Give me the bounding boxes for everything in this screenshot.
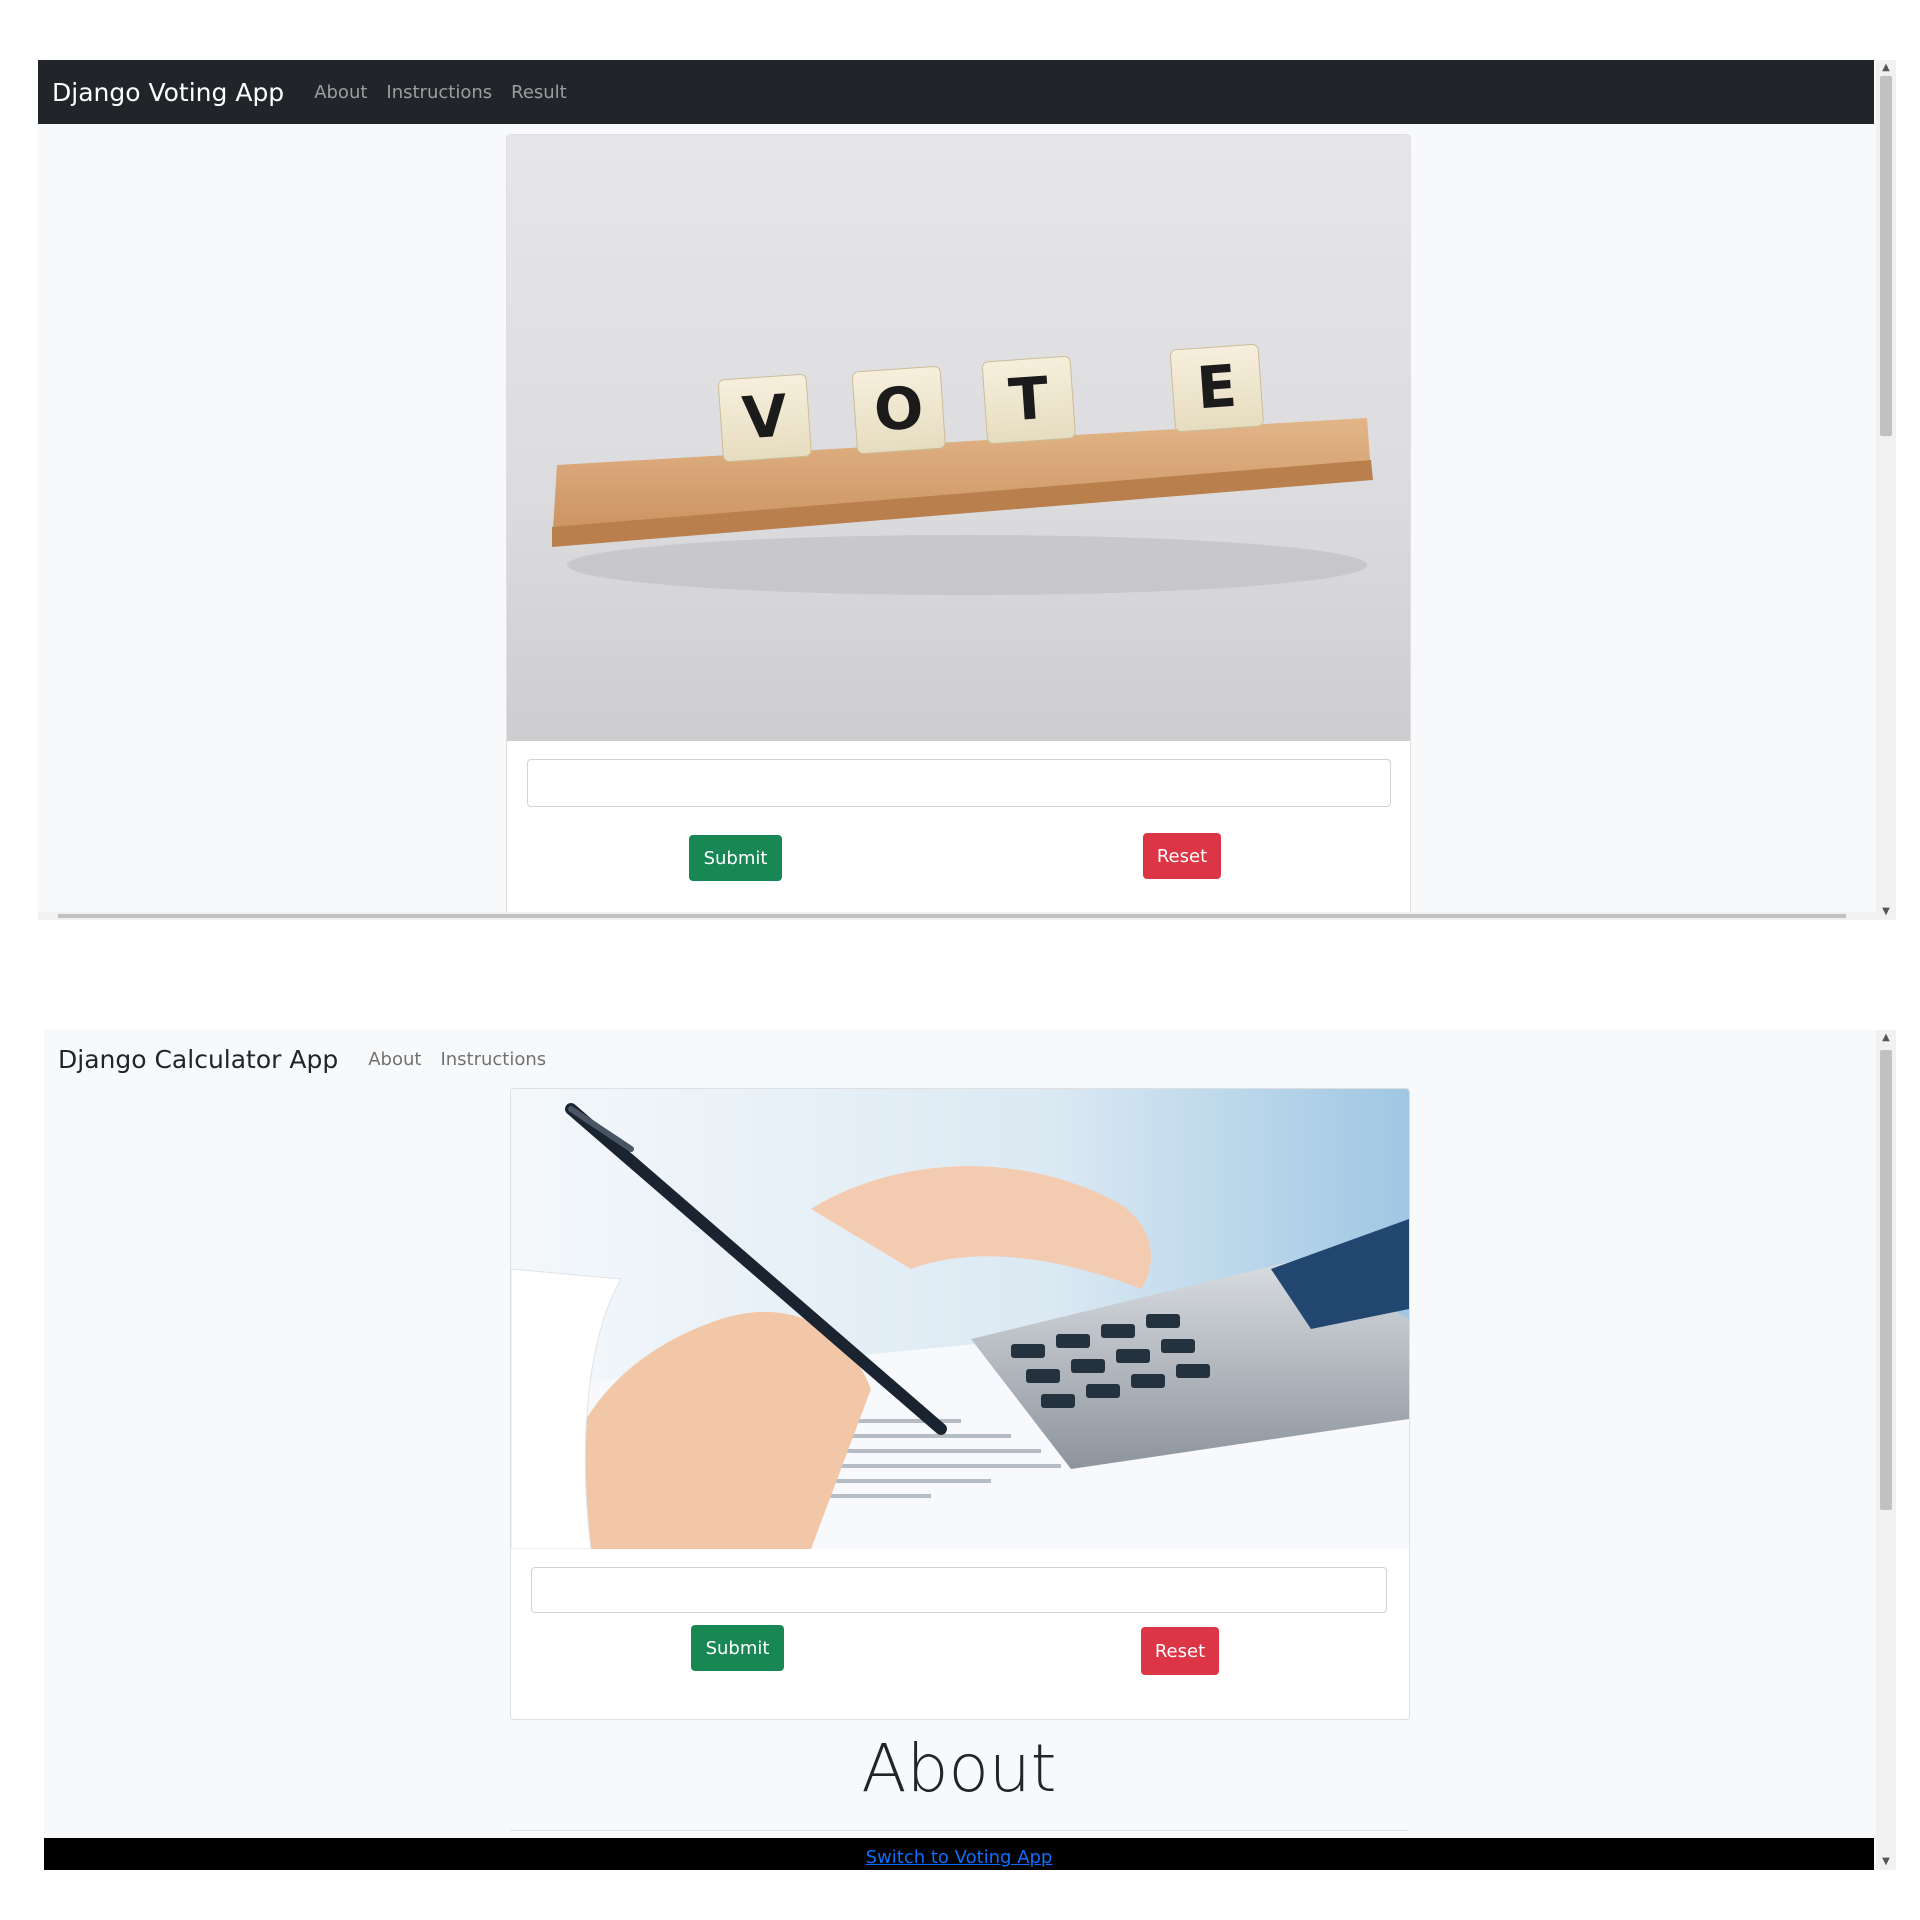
- scrollbar-thumb[interactable]: [1880, 1050, 1892, 1510]
- vote-tile-letter: V: [740, 382, 790, 453]
- submit-button[interactable]: Submit: [691, 1625, 784, 1671]
- submit-button[interactable]: Submit: [689, 835, 782, 881]
- calculator-card: Submit Reset: [510, 1088, 1410, 1720]
- vote-input[interactable]: [527, 759, 1391, 807]
- calculator-brand[interactable]: Django Calculator App: [58, 1045, 338, 1074]
- scroll-up-arrow-icon[interactable]: ▲: [1876, 1030, 1896, 1046]
- voting-navbar: Django Voting App About Instructions Res…: [38, 60, 1874, 124]
- scroll-up-arrow-icon[interactable]: ▲: [1876, 60, 1896, 76]
- scroll-down-arrow-icon[interactable]: ▼: [1876, 1854, 1896, 1870]
- vote-tile-letter: E: [1195, 352, 1239, 423]
- vertical-scrollbar[interactable]: ▲ ▼: [1876, 1030, 1896, 1870]
- voting-card: V O T E Submit Reset: [506, 134, 1411, 920]
- reset-button[interactable]: Reset: [1141, 1627, 1219, 1675]
- nav-link-instructions[interactable]: Instructions: [440, 1049, 546, 1070]
- voting-app-window: Django Voting App About Instructions Res…: [38, 60, 1896, 920]
- reset-button[interactable]: Reset: [1143, 833, 1221, 879]
- calculator-hands-image: [511, 1089, 1409, 1549]
- scrollbar-thumb[interactable]: [1880, 76, 1892, 436]
- nav-link-about[interactable]: About: [368, 1049, 421, 1070]
- footer: Switch to Voting App: [44, 1838, 1874, 1870]
- scrollbar-thumb[interactable]: [58, 914, 1846, 918]
- scroll-down-arrow-icon[interactable]: ▼: [1876, 904, 1896, 920]
- nav-link-instructions[interactable]: Instructions: [386, 82, 492, 103]
- vote-tile-letter: O: [872, 373, 926, 444]
- about-heading: About: [861, 1730, 1057, 1807]
- horizontal-scrollbar[interactable]: [38, 912, 1876, 920]
- divider: [510, 1830, 1408, 1831]
- voting-brand[interactable]: Django Voting App: [52, 78, 284, 107]
- vote-tile-letter: T: [1007, 364, 1052, 435]
- calculator-app-window: Django Calculator App About Instructions: [44, 1030, 1896, 1870]
- vertical-scrollbar[interactable]: ▲ ▼: [1876, 60, 1896, 920]
- vote-tiles-image: V O T E: [507, 135, 1410, 741]
- switch-to-voting-link[interactable]: Switch to Voting App: [866, 1847, 1053, 1868]
- calculator-input[interactable]: [531, 1567, 1387, 1613]
- nav-link-result[interactable]: Result: [511, 82, 567, 103]
- nav-link-about[interactable]: About: [314, 82, 367, 103]
- calculator-navbar: Django Calculator App About Instructions: [44, 1030, 1874, 1088]
